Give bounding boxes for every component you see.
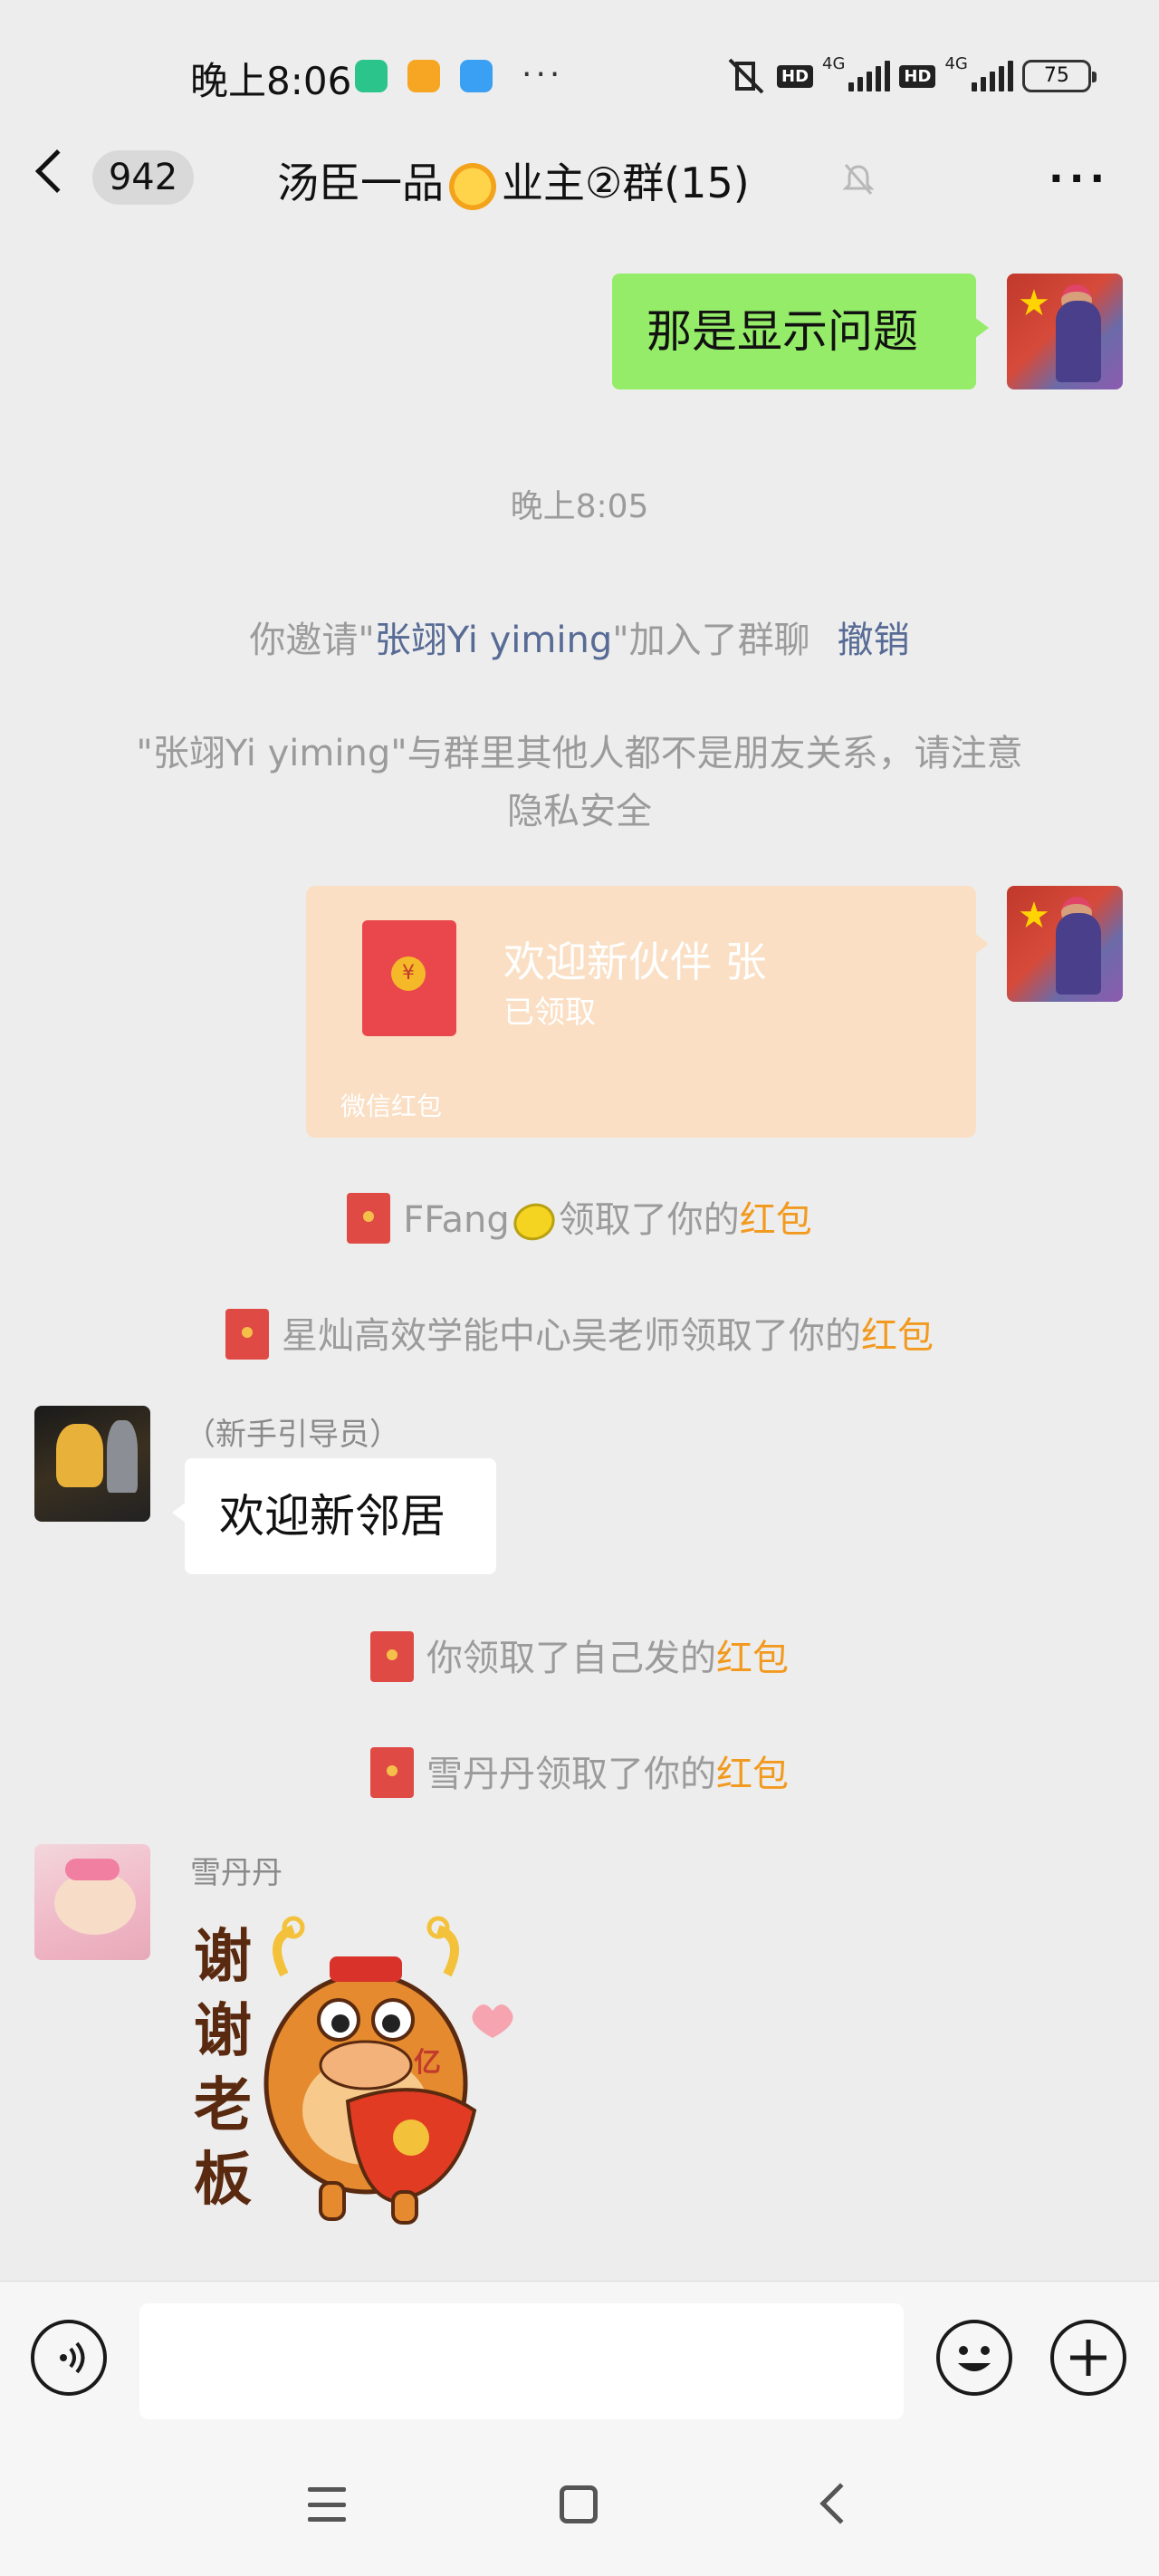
more-dots-icon[interactable]: ··· [1049,156,1110,202]
my-message-bubble[interactable]: 那是显示问题 [612,274,989,389]
sticker-coin-text: 亿 [414,2047,441,2079]
xue-avatar[interactable] [34,1844,150,1960]
red-packet-message[interactable]: ¥ 欢迎新伙伴 张 已领取 微信红包 [306,886,989,1138]
red-packet-title: 欢迎新伙伴 张 [503,937,767,986]
sun-emoji-icon [449,162,496,210]
red-packet-envelope-icon: ¥ [362,920,456,1036]
guide-avatar[interactable] [34,1406,150,1522]
red-packet-link[interactable]: 红包 [716,1754,789,1795]
back-chevron-icon[interactable] [34,149,80,194]
red-packet-icon [225,1309,269,1360]
chat-title-suffix: 业主②群(15) [502,159,750,207]
hd-badge-2: HD [899,64,936,88]
privacy-notice: "张翊Yi yiming"与群里其他人都不是朋友关系，请注意 隐私安全 [136,733,1023,832]
thanks-boss-sticker[interactable]: 亿 谢 谢 老 板 [185,1902,547,2237]
system-nav-bar [0,2435,1159,2576]
plus-icon[interactable] [1050,2320,1126,2396]
status-time: 晚上8:06 [190,59,352,103]
message-text: 那是显示问题 [647,305,918,358]
red-packet-icon [370,1631,414,1682]
message-text: 欢迎新邻居 [219,1490,445,1543]
sender-name: （新手引导员） [185,1417,400,1453]
input-bar [0,2281,1159,2435]
lemon-emoji-icon [508,1197,560,1246]
nav-home-icon[interactable] [560,2485,598,2523]
my-avatar[interactable]: ★ [1007,274,1123,389]
red-packet-icon [370,1747,414,1798]
invite-system-message: 你邀请"张翊Yi yiming"加入了群聊 撤销 [249,620,910,661]
signal-bars-icon-2 [971,61,1013,91]
star-icon: ★ [1018,283,1050,324]
guide-message-bubble[interactable]: 欢迎新邻居 [172,1458,496,1574]
shield-app-icon [355,60,388,92]
timestamp: 晚上8:05 [510,488,649,525]
emoji-icon[interactable] [936,2320,1012,2396]
red-packet-link[interactable]: 红包 [740,1199,812,1241]
my-avatar[interactable]: ★ [1007,886,1123,1002]
nav-menu-icon[interactable] [308,2487,346,2522]
star-icon: ★ [1018,895,1050,937]
status-bar: 晚上8:06 ··· HD 4G HD 4G 75 [0,0,1159,136]
red-packet-link[interactable]: 红包 [716,1638,789,1679]
bell-off-icon [842,164,875,195]
battery-indicator: 75 [1021,60,1097,92]
claim-notice: FFang 领取了你的红包 [0,1190,1159,1247]
claim-notice: 星灿高效学能中心吴老师领取了你的红包 [0,1306,1159,1363]
vibrate-off-icon [728,58,764,94]
voice-icon[interactable] [31,2320,107,2396]
signal-bars-icon [848,61,891,91]
signal-area: HD 4G HD 4G 75 [724,54,1097,98]
red-packet-icon [347,1193,391,1244]
red-packet-label: 微信红包 [340,1091,443,1121]
red-packet-link[interactable]: 红包 [861,1315,934,1357]
red-packet-status: 已领取 [503,995,596,1031]
unread-count-badge[interactable]: 942 [92,150,194,205]
sticker-text: 谢 谢 老 板 [194,1924,252,2214]
invitee-link[interactable]: 张翊Yi yiming [375,620,612,661]
network-type: 4G [822,54,846,73]
claim-notice: 雪丹丹领取了你的红包 [0,1745,1159,1802]
mail-app-icon [407,60,440,92]
message-input[interactable] [139,2303,904,2419]
network-type-2: 4G [944,54,968,73]
more-notifications-icon: ··· [522,56,564,93]
hd-badge: HD [777,64,814,88]
claim-notice: 你领取了自己发的红包 [0,1629,1159,1686]
chat-title[interactable]: 汤臣一品 业主②群(15) [277,150,750,210]
chat-title-prefix: 汤臣一品 [277,159,444,207]
chat-app-icon [460,60,493,92]
nav-back-icon[interactable] [819,2483,861,2524]
sender-name: 雪丹丹 [190,1855,283,1891]
undo-link[interactable]: 撤销 [838,620,910,661]
